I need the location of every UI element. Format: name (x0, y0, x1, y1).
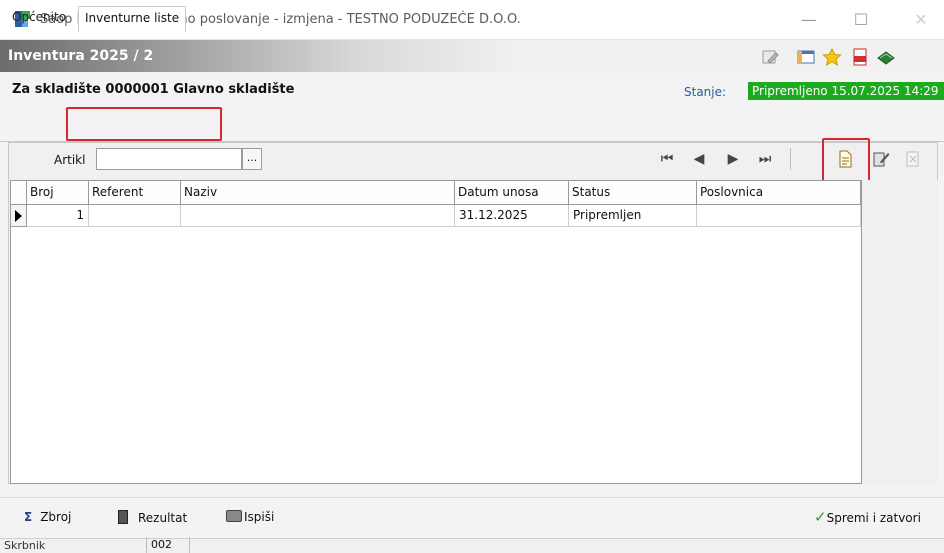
book-icon[interactable] (876, 48, 896, 66)
save-close-label: Spremi i zatvori (826, 511, 921, 525)
edit-document-icon[interactable] (872, 150, 890, 168)
cell-poslovnica[interactable] (697, 205, 861, 227)
printer-icon (226, 510, 242, 522)
cell-status[interactable]: Pripremljen (569, 205, 697, 227)
prev-record-icon[interactable]: ◀ (690, 150, 708, 168)
result-button[interactable]: Rezultat (118, 510, 187, 525)
warehouse-label: Za skladište 0000001 Glavno skladište (12, 82, 295, 97)
cell-datum-unosa[interactable]: 31.12.2025 (455, 205, 569, 227)
checkmark-icon: ✓ (814, 508, 827, 526)
status-value: 002 (146, 537, 190, 553)
delete-document-icon[interactable] (904, 150, 922, 168)
print-label: Ispiši (244, 510, 275, 524)
cell-naziv[interactable] (181, 205, 455, 227)
highlight-box-new (822, 138, 870, 182)
tab-general[interactable]: Općenito (12, 6, 66, 31)
column-header-status[interactable]: Status (569, 181, 697, 205)
column-header-broj[interactable]: Broj (27, 181, 89, 205)
toolbar-separator (790, 148, 791, 170)
star-icon[interactable] (822, 48, 842, 66)
artikl-lookup-button[interactable]: ... (242, 148, 262, 170)
edit-note-icon[interactable] (760, 48, 780, 66)
form-title: Inventura 2025 / 2 (8, 48, 154, 64)
status-label: Skrbnik (4, 539, 46, 552)
sum-button[interactable]: Σ Zbroj (24, 510, 71, 524)
state-label: Stanje: (684, 85, 727, 99)
calculator-icon (118, 510, 128, 524)
tab-inventory-lists[interactable]: Inventurne liste (78, 6, 187, 32)
sum-label: Zbroj (40, 510, 72, 524)
column-header-naziv[interactable]: Naziv (181, 181, 455, 205)
last-record-icon[interactable]: ⏭ (756, 150, 774, 168)
close-button[interactable]: ✕ (906, 8, 936, 32)
table-icon[interactable] (796, 48, 816, 66)
current-row-arrow-icon (15, 210, 22, 222)
inventory-lists-grid: Broj Referent Naziv Datum unosa Status P… (10, 180, 862, 484)
result-label: Rezultat (138, 511, 188, 525)
maximize-button[interactable]: ☐ (846, 8, 876, 32)
column-header-poslovnica[interactable]: Poslovnica (697, 181, 861, 205)
highlight-box-tab (66, 107, 222, 141)
artikl-label: Artikl (54, 153, 86, 167)
state-value-badge: Pripremljeno 15.07.2025 14:29 (748, 82, 944, 100)
artikl-input[interactable] (96, 148, 242, 170)
sigma-icon: Σ (24, 510, 33, 524)
column-header-datum-unosa[interactable]: Datum unosa (455, 181, 569, 205)
cell-broj[interactable]: 1 (27, 205, 89, 227)
column-header-referent[interactable]: Referent (89, 181, 181, 205)
status-bar (0, 538, 944, 553)
cell-referent[interactable] (89, 205, 181, 227)
next-record-icon[interactable]: ▶ (724, 150, 742, 168)
row-indicator (11, 205, 27, 227)
pdf-icon[interactable] (850, 48, 870, 66)
grid-side-area (862, 180, 938, 484)
first-record-icon[interactable]: ⏮ (658, 150, 676, 168)
save-close-button[interactable]: ✓Spremi i zatvori (814, 508, 921, 526)
grid-corner (11, 181, 27, 205)
print-button[interactable]: Ispiši (226, 510, 274, 524)
minimize-button[interactable]: — (794, 8, 824, 32)
